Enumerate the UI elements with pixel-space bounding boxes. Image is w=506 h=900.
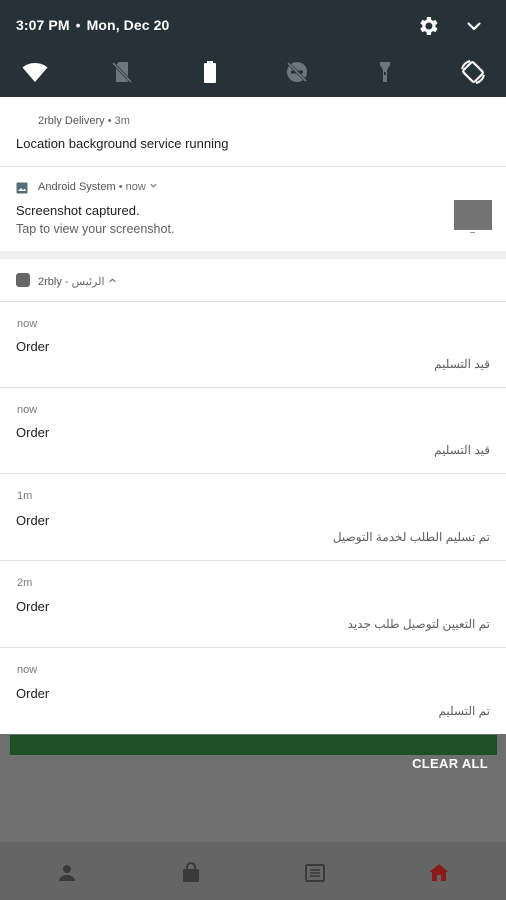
- app-green-bar: [10, 735, 497, 755]
- date-label: Mon, Dec 20: [86, 17, 170, 33]
- group-gap: [0, 251, 506, 259]
- app-icon: [16, 273, 30, 287]
- order-notification-1[interactable]: now Order قيد التسليم: [0, 302, 506, 387]
- clock-time: 3:07 PM: [16, 17, 70, 33]
- group-header[interactable]: 2rbly - الرئيس: [0, 259, 506, 301]
- separator: •: [75, 17, 81, 33]
- sim-off-icon[interactable]: [108, 58, 136, 86]
- screenshot-notification[interactable]: Android System • now Screenshot captured…: [0, 167, 506, 251]
- notification-text: قيد التسليم: [434, 443, 490, 457]
- order-notification-2[interactable]: now Order قيد التسليم: [0, 388, 506, 473]
- clear-all-button[interactable]: CLEAR ALL: [412, 756, 488, 771]
- notification-time: 2m: [17, 577, 33, 589]
- notification-text: قيد التسليم: [434, 357, 490, 371]
- shopping-bag-icon[interactable]: [180, 862, 202, 884]
- notification-time: 1m: [17, 490, 33, 502]
- notification-title: Location background service running: [16, 136, 229, 151]
- notification-meta: • 3m: [107, 115, 130, 127]
- expand-chevron-icon[interactable]: [149, 181, 158, 193]
- notification-text: تم تسليم الطلب لخدمة التوصيل: [332, 530, 490, 544]
- notification-title: Order: [16, 686, 50, 701]
- date-time: 3:07 PM • Mon, Dec 20: [16, 17, 169, 33]
- order-notification-4[interactable]: 2m Order تم التعيين لتوصيل طلب جديد: [0, 561, 506, 647]
- order-notification-5[interactable]: now Order تم التسليم: [0, 648, 506, 734]
- gear-icon[interactable]: [416, 14, 440, 38]
- image-icon: [16, 181, 28, 194]
- list-icon[interactable]: [304, 862, 326, 884]
- auto-rotate-icon[interactable]: [459, 58, 487, 86]
- home-icon[interactable]: [428, 862, 450, 884]
- notification-title: Screenshot captured.: [16, 203, 140, 218]
- delivery-service-notification[interactable]: 2rbly Delivery • 3m Location background …: [0, 97, 506, 166]
- notification-text: تم التعيين لتوصيل طلب جديد: [347, 617, 490, 631]
- notification-text: تم التسليم: [438, 704, 490, 718]
- screenshot-thumbnail[interactable]: [454, 200, 492, 230]
- notification-app-line: Android System • now: [38, 181, 158, 193]
- app-name: 2rbly Delivery: [38, 115, 105, 127]
- chevron-down-icon[interactable]: [462, 14, 486, 38]
- group-app-line: 2rbly - الرئيس: [38, 275, 117, 288]
- notification-app-line: 2rbly Delivery • 3m: [38, 115, 130, 127]
- status-row: 3:07 PM • Mon, Dec 20: [0, 0, 506, 50]
- notification-title: Order: [16, 425, 50, 440]
- order-notification-3[interactable]: 1m Order تم تسليم الطلب لخدمة التوصيل: [0, 474, 506, 560]
- group-meta: - الرئيس: [64, 276, 105, 288]
- notification-time: now: [17, 318, 38, 330]
- battery-icon[interactable]: [196, 58, 224, 86]
- notification-meta: • now: [118, 181, 146, 193]
- flashlight-icon[interactable]: [371, 58, 399, 86]
- notification-shade-header: 3:07 PM • Mon, Dec 20: [0, 0, 506, 97]
- do-not-disturb-off-icon[interactable]: [283, 58, 311, 86]
- notification-time: now: [17, 664, 38, 676]
- quick-settings-row: [0, 50, 506, 94]
- notification-title: Order: [16, 339, 50, 354]
- notification-time: now: [17, 404, 38, 416]
- collapse-chevron-icon[interactable]: [108, 276, 117, 288]
- bottom-navigation: [0, 842, 506, 900]
- notification-title: Order: [16, 599, 50, 614]
- app-name: Android System: [38, 181, 116, 193]
- wifi-icon[interactable]: [21, 58, 49, 86]
- notification-title: Order: [16, 513, 50, 528]
- thumbnail-caption: [470, 232, 475, 233]
- person-icon[interactable]: [56, 862, 78, 884]
- notification-subtitle: Tap to view your screenshot.: [16, 222, 175, 236]
- app-name: 2rbly: [38, 276, 62, 288]
